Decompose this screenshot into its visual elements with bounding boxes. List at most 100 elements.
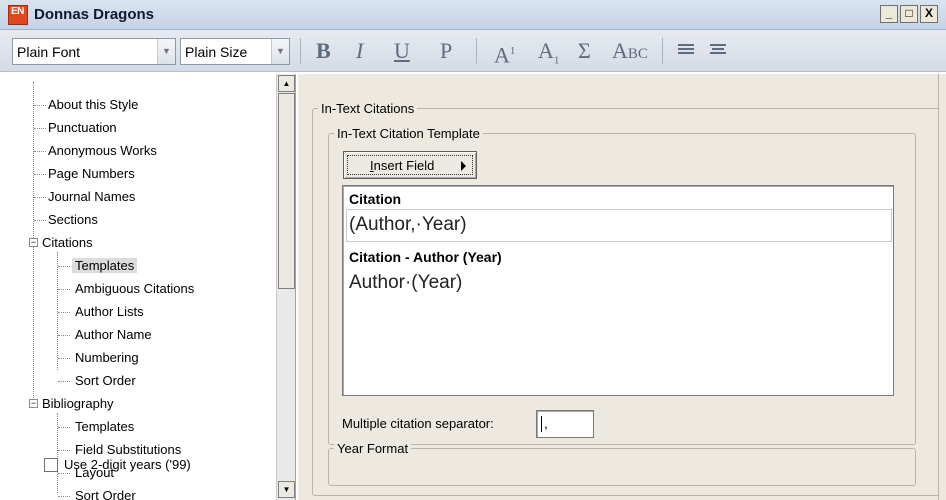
tree-item-label: Citations bbox=[42, 235, 93, 250]
tree-guide bbox=[34, 174, 46, 175]
maximize-button[interactable]: □ bbox=[900, 5, 918, 23]
collapse-icon[interactable]: − bbox=[29, 399, 38, 408]
tree-guide bbox=[58, 358, 70, 359]
smallcaps-button[interactable]: Abc bbox=[612, 40, 648, 62]
tree-guide bbox=[58, 289, 70, 290]
bold-button[interactable]: B bbox=[316, 40, 331, 62]
tree-item-author-name[interactable]: Author Name bbox=[75, 326, 152, 345]
tree-guide bbox=[34, 105, 46, 106]
tree-item-label: Field Substitutions bbox=[75, 442, 182, 457]
tree-item-citations-sort-order[interactable]: Sort Order bbox=[75, 372, 136, 391]
superscript-button[interactable]: A1 bbox=[494, 40, 515, 66]
author-year-heading: Citation - Author (Year) bbox=[349, 249, 502, 265]
scroll-up-button[interactable]: ▲ bbox=[278, 75, 295, 92]
tree-guide bbox=[58, 335, 70, 336]
chevron-down-icon: ▼ bbox=[157, 39, 175, 64]
scroll-down-button[interactable]: ▼ bbox=[278, 481, 295, 498]
chevron-down-icon: ▼ bbox=[271, 39, 289, 64]
tree-item-label: Page Numbers bbox=[48, 166, 135, 181]
font-combo[interactable]: Plain Font ▼ bbox=[12, 38, 176, 65]
text-caret bbox=[541, 416, 542, 433]
citation-template-text[interactable]: (Author,·Year) bbox=[349, 214, 467, 236]
tree-item-page-numbers[interactable]: Page Numbers bbox=[48, 165, 135, 184]
size-combo-value: Plain Size bbox=[185, 44, 248, 60]
tree-item-citations-templates[interactable]: Templates bbox=[72, 257, 138, 276]
tree-item-anonymous-works[interactable]: Anonymous Works bbox=[48, 142, 157, 161]
tree-guide bbox=[34, 128, 46, 129]
tree-guide bbox=[58, 450, 70, 451]
symbol-button[interactable]: Σ bbox=[578, 40, 591, 62]
in-text-citations-title: In-Text Citations bbox=[318, 101, 418, 116]
scroll-thumb[interactable] bbox=[278, 93, 295, 289]
tree-item-author-lists[interactable]: Author Lists bbox=[75, 303, 144, 322]
tree-guide bbox=[58, 381, 70, 382]
year-format-title: Year Format bbox=[334, 441, 412, 456]
tree-guide bbox=[58, 427, 70, 428]
collapse-icon[interactable]: − bbox=[29, 238, 38, 247]
insert-field-button[interactable]: Insert Field bbox=[343, 151, 477, 179]
plain-button[interactable]: P bbox=[440, 40, 452, 62]
superscript-glyph: A bbox=[494, 42, 510, 68]
toolbar-divider bbox=[476, 38, 477, 64]
tree-item-bibliography-sort-order[interactable]: Sort Order bbox=[75, 487, 136, 500]
tree-guide bbox=[34, 197, 46, 198]
tree-item-citations[interactable]: Citations bbox=[42, 234, 93, 253]
tree-item-label: Punctuation bbox=[48, 120, 117, 135]
author-year-template-text[interactable]: Author·(Year) bbox=[349, 272, 462, 294]
submenu-arrow-icon bbox=[461, 161, 466, 171]
style-sections-tree: About this Style Punctuation Anonymous W… bbox=[0, 74, 296, 500]
panel-edge bbox=[938, 74, 946, 500]
tree-item-label: Author Lists bbox=[75, 304, 144, 319]
separator-value: , bbox=[544, 415, 548, 431]
align-center-icon[interactable] bbox=[710, 44, 726, 58]
font-combo-value: Plain Font bbox=[17, 44, 81, 60]
superscript-mark: 1 bbox=[509, 45, 516, 57]
tree-item-label: Sort Order bbox=[75, 488, 136, 500]
align-left-icon[interactable] bbox=[678, 44, 694, 58]
tree-item-about-this-style[interactable]: About this Style bbox=[48, 96, 138, 115]
tree-item-label: About this Style bbox=[48, 97, 139, 112]
tree-item-label: Sections bbox=[48, 212, 98, 227]
subscript-mark: 1 bbox=[553, 54, 560, 67]
tree-item-punctuation[interactable]: Punctuation bbox=[48, 119, 117, 138]
two-digit-years-checkbox[interactable] bbox=[44, 458, 58, 472]
tree-item-journal-names[interactable]: Journal Names bbox=[48, 188, 135, 207]
separator-input[interactable]: , bbox=[536, 410, 594, 438]
close-button[interactable]: X bbox=[920, 5, 938, 23]
insert-field-label: Insert Field bbox=[370, 158, 435, 173]
tree-item-label: Numbering bbox=[75, 350, 139, 365]
tree-guide bbox=[58, 266, 70, 267]
tree-scrollbar[interactable]: ▲ ▼ bbox=[276, 74, 295, 500]
separator-label: Multiple citation separator: bbox=[342, 416, 494, 431]
tree-item-bibliography-templates[interactable]: Templates bbox=[75, 418, 134, 437]
subscript-button[interactable]: A1 bbox=[538, 40, 559, 71]
endnote-app-icon: EN bbox=[8, 5, 28, 25]
underline-button[interactable]: U bbox=[394, 40, 410, 62]
subscript-glyph: A bbox=[538, 38, 554, 63]
tree-item-label: Sort Order bbox=[75, 373, 136, 388]
toolbar-divider bbox=[300, 38, 301, 64]
tree-item-label: Anonymous Works bbox=[48, 143, 157, 158]
format-toolbar: Plain Font ▼ Plain Size ▼ B I U P A1 A1 … bbox=[0, 30, 946, 72]
citation-template-title: In-Text Citation Template bbox=[334, 126, 483, 141]
size-combo[interactable]: Plain Size ▼ bbox=[180, 38, 290, 65]
toolbar-divider bbox=[662, 38, 663, 64]
citation-settings-panel: In-Text Citations In-Text Citation Templ… bbox=[298, 74, 946, 500]
tree-guide bbox=[58, 496, 70, 497]
minimize-button[interactable]: _ bbox=[880, 5, 898, 23]
tree-item-label: Templates bbox=[72, 258, 138, 273]
citation-template-editor[interactable]: Citation (Author,·Year) Citation - Autho… bbox=[342, 185, 894, 396]
italic-button[interactable]: I bbox=[356, 40, 363, 62]
citation-heading: Citation bbox=[349, 191, 402, 207]
tree-item-numbering[interactable]: Numbering bbox=[75, 349, 139, 368]
tree-guide bbox=[57, 413, 58, 493]
tree-item-ambiguous-citations[interactable]: Ambiguous Citations bbox=[75, 280, 194, 299]
tree-guide bbox=[58, 473, 70, 474]
two-digit-years-label[interactable]: Use 2-digit years ('99) bbox=[64, 457, 191, 472]
tree-item-bibliography[interactable]: Bibliography bbox=[42, 395, 114, 414]
window-title: Donnas Dragons bbox=[34, 6, 155, 23]
year-format-group bbox=[328, 448, 916, 486]
tree-item-sections[interactable]: Sections bbox=[48, 211, 98, 230]
tree-item-label: Author Name bbox=[75, 327, 152, 342]
tree-item-label: Templates bbox=[75, 419, 135, 434]
